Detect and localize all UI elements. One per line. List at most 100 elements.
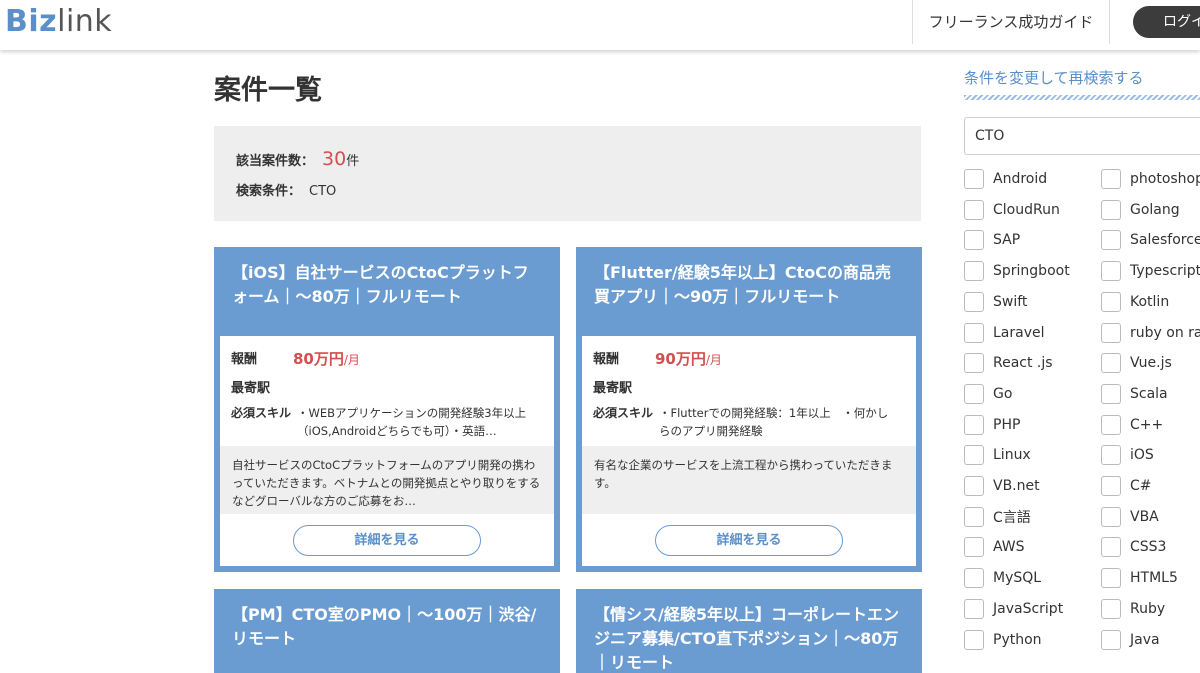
checkbox-box[interactable]: [1101, 537, 1121, 558]
checkbox-box[interactable]: [964, 629, 984, 650]
checkbox-box[interactable]: [964, 169, 984, 189]
checkbox-label: iOS: [1130, 447, 1154, 464]
refine-search-title: 条件を変更して再検索する: [964, 69, 1144, 87]
checkbox-box[interactable]: [964, 568, 984, 589]
checkbox-box[interactable]: [1101, 445, 1121, 466]
salary-label: 報酬: [231, 352, 258, 367]
skill-filter-checkbox[interactable]: CloudRun: [964, 199, 1060, 221]
checkbox-box[interactable]: [964, 476, 984, 496]
checkbox-box[interactable]: [964, 199, 984, 220]
checkbox-label: HTML5: [1130, 570, 1178, 587]
skill-filter-checkbox[interactable]: photoshop: [1101, 168, 1200, 190]
checkbox-box[interactable]: [1101, 322, 1121, 343]
skill-filter-checkbox[interactable]: PHP: [964, 414, 1020, 436]
skill-filter-checkbox[interactable]: C++: [1101, 414, 1163, 436]
checkbox-box[interactable]: [1101, 568, 1121, 589]
checkbox-box[interactable]: [964, 598, 984, 619]
skill-filter-checkbox[interactable]: Scala: [1101, 383, 1168, 405]
site-header: Bizlink フリーランス成功ガイド ログイン: [0, 0, 1200, 50]
job-card-title[interactable]: 【情シス/経験5年以上】コーポレートエンジニア募集/CTO直下ポジション｜～80…: [579, 592, 919, 673]
skill-filter-checkbox[interactable]: Ruby: [1101, 598, 1165, 620]
checkbox-label: ruby on rails: [1130, 324, 1200, 341]
checkbox-label: photoshop: [1130, 171, 1200, 187]
view-details-button[interactable]: 詳細を見る: [655, 525, 843, 556]
skill-filter-checkbox[interactable]: HTML5: [1101, 567, 1178, 589]
checkbox-label: Vue.js: [1130, 355, 1172, 372]
checkbox-box[interactable]: [1101, 291, 1121, 312]
skill-filter-checkbox[interactable]: C#: [1101, 475, 1152, 497]
checkbox-box[interactable]: [964, 414, 984, 435]
checkbox-box[interactable]: [1101, 476, 1121, 496]
skill-filter-checkbox[interactable]: Go: [964, 383, 1012, 405]
checkbox-box[interactable]: [1101, 353, 1121, 374]
skill-filter-checkbox[interactable]: MySQL: [964, 567, 1041, 589]
job-card-title[interactable]: 【PM】CTO室のPMO｜～100万｜渋谷/リモート: [217, 592, 557, 673]
skill-filter-checkbox[interactable]: AWS: [964, 536, 1025, 558]
checkbox-label: Salesforce: [1130, 232, 1200, 249]
checkbox-label: PHP: [993, 416, 1021, 433]
skill-filter-checkbox[interactable]: Typescript: [1101, 260, 1200, 282]
skill-filter-checkbox[interactable]: iOS: [1101, 444, 1154, 466]
view-details-button[interactable]: 詳細を見る: [293, 525, 481, 556]
job-card[interactable]: 【PM】CTO室のPMO｜～100万｜渋谷/リモート: [214, 589, 560, 673]
skill-filter-checkbox[interactable]: ruby on rails: [1101, 322, 1200, 344]
checkbox-label: CSS3: [1130, 539, 1167, 556]
result-count-unit: 件: [346, 154, 360, 169]
checkbox-box[interactable]: [1101, 230, 1121, 251]
skill-filter-checkbox[interactable]: VBA: [1101, 506, 1159, 528]
checkbox-label: MySQL: [993, 570, 1042, 587]
checkbox-box[interactable]: [964, 291, 984, 312]
skill-filter-checkbox[interactable]: Springboot: [964, 260, 1070, 282]
checkbox-box[interactable]: [964, 261, 984, 282]
skill-filter-checkbox[interactable]: Vue.js: [1101, 352, 1172, 374]
nav-freelance-guide-link[interactable]: フリーランス成功ガイド: [913, 0, 1109, 44]
checkbox-label: Python: [993, 631, 1042, 648]
skill-filter-checkbox[interactable]: Android: [964, 168, 1047, 190]
checkbox-box[interactable]: [964, 445, 984, 466]
checkbox-box[interactable]: [1101, 169, 1121, 189]
checkbox-box[interactable]: [964, 353, 984, 374]
skill-filter-checkbox[interactable]: Linux: [964, 444, 1031, 466]
skill-filter-checkbox[interactable]: SAP: [964, 229, 1020, 251]
checkbox-label: Typescript: [1130, 263, 1200, 280]
checkbox-box[interactable]: [964, 537, 984, 558]
checkbox-box[interactable]: [1101, 598, 1121, 619]
skill-filter-checkbox[interactable]: Java: [1101, 629, 1160, 651]
skill-filter-checkbox[interactable]: Python: [964, 629, 1042, 651]
job-card-title[interactable]: 【iOS】自社サービスのCtoCプラットフォーム｜～80万｜フルリモート: [217, 250, 557, 336]
skill-filter-checkbox[interactable]: Salesforce: [1101, 229, 1200, 251]
skill-filter-checkbox[interactable]: Swift: [964, 291, 1027, 313]
skill-filter-checkbox[interactable]: VB.net: [964, 475, 1040, 497]
keyword-search-input[interactable]: CTO: [964, 117, 1200, 155]
checkbox-label: SAP: [993, 232, 1021, 249]
job-card[interactable]: 【情シス/経験5年以上】コーポレートエンジニア募集/CTO直下ポジション｜～80…: [576, 589, 922, 673]
checkbox-box[interactable]: [1101, 261, 1121, 282]
skill-filter-checkbox[interactable]: Golang: [1101, 199, 1180, 221]
checkbox-box[interactable]: [1101, 629, 1121, 650]
skill-filter-checkbox[interactable]: Laravel: [964, 322, 1045, 344]
job-card-title[interactable]: 【Flutter/経験5年以上】CtoCの商品売買アプリ｜～90万｜フルリモート: [579, 250, 919, 336]
checkbox-label: Springboot: [993, 263, 1070, 280]
checkbox-box[interactable]: [964, 383, 984, 404]
checkbox-box[interactable]: [1101, 414, 1121, 435]
title-underline: [964, 95, 1200, 100]
skill-filter-checkbox[interactable]: CSS3: [1101, 536, 1166, 558]
checkbox-box[interactable]: [964, 322, 984, 343]
checkbox-box[interactable]: [1101, 506, 1121, 527]
skill-label: 必須スキル: [593, 406, 654, 420]
bizlink-logo[interactable]: Bizlink: [5, 3, 112, 41]
checkbox-box[interactable]: [1101, 199, 1121, 220]
job-card[interactable]: 【iOS】自社サービスのCtoCプラットフォーム｜～80万｜フルリモート 報酬 8…: [214, 247, 560, 572]
checkbox-box[interactable]: [964, 230, 984, 251]
skill-filter-checkbox[interactable]: C言語: [964, 506, 1031, 528]
skill-filter-checkbox[interactable]: React .js: [964, 352, 1053, 374]
skill-filter-checkbox[interactable]: Kotlin: [1101, 291, 1169, 313]
checkbox-box[interactable]: [1101, 383, 1121, 404]
checkbox-label: Ruby: [1130, 600, 1166, 617]
skill-text: ・Flutterでの開発経験：1年以上 ・何かしらのアプリ開発経験: [659, 406, 889, 438]
skill-filter-checkbox[interactable]: JavaScript: [964, 598, 1063, 620]
job-description: 有名な企業のサービスを上流工程から携わっていただきます。: [582, 446, 916, 514]
job-card[interactable]: 【Flutter/経験5年以上】CtoCの商品売買アプリ｜～90万｜フルリモート…: [576, 247, 922, 572]
login-button[interactable]: ログイン: [1133, 6, 1200, 38]
checkbox-box[interactable]: [964, 506, 984, 527]
